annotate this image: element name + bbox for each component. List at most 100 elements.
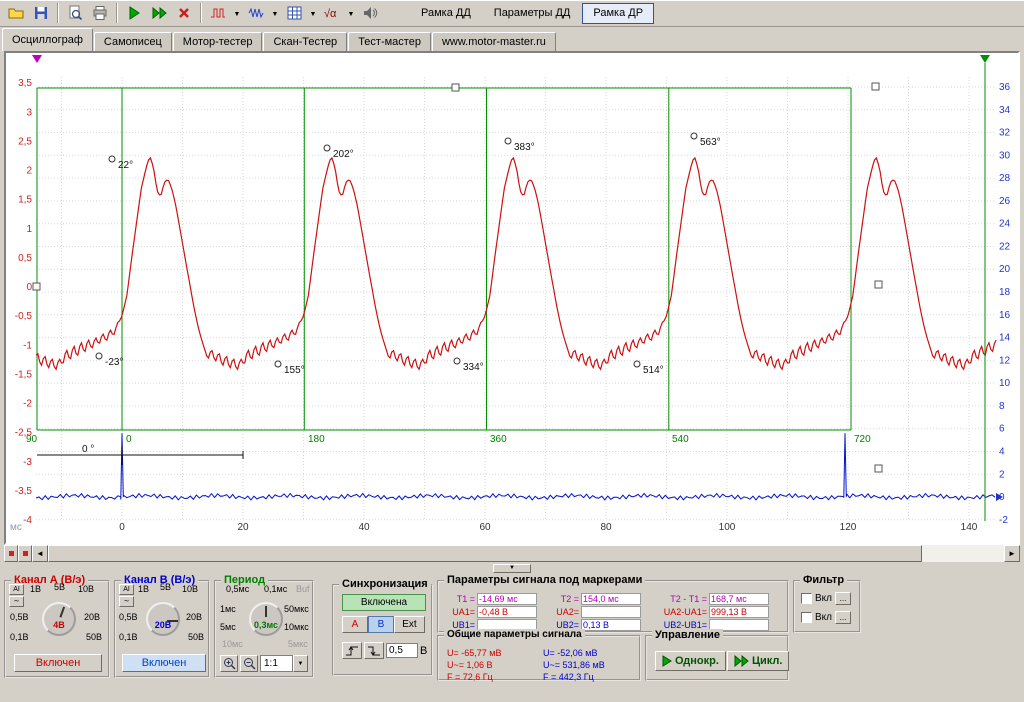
- marker-jump-right-button[interactable]: [18, 545, 32, 562]
- scale-label: 1В: [138, 584, 149, 594]
- tab-test-master[interactable]: Тест-мастер: [348, 32, 431, 51]
- math-button[interactable]: √α: [320, 2, 344, 24]
- channel-b-power-button[interactable]: Включен: [122, 654, 206, 672]
- chevron-down-icon[interactable]: ▼: [293, 655, 308, 672]
- channel-a-signal-button[interactable]: [206, 2, 230, 24]
- sync-group: Синхронизация Включена А В Ext В: [332, 584, 433, 676]
- tab-website[interactable]: www.motor-master.ru: [432, 32, 556, 51]
- svg-text:22°: 22°: [118, 160, 133, 171]
- svg-text:-2: -2: [999, 515, 1008, 526]
- cycle-run-button[interactable]: Цикл.: [727, 651, 789, 671]
- ua1-label: UA1=: [445, 607, 475, 617]
- oscilloscope-plot-area[interactable]: 3,532,521,510,50-0,5-1-1,5-2-2,5-3-3,5-4…: [4, 51, 1020, 545]
- svg-text:360: 360: [490, 434, 507, 445]
- frame-handle[interactable]: [452, 84, 459, 91]
- degree-point-marker[interactable]: [324, 145, 330, 151]
- degree-point-marker[interactable]: [109, 156, 115, 162]
- filter-a-checkbox[interactable]: [801, 593, 812, 604]
- filter-a-options-button[interactable]: ...: [835, 592, 851, 605]
- tab-oscilloscope[interactable]: Осциллограф: [2, 28, 93, 51]
- sync-source-row: А В Ext: [342, 616, 425, 633]
- channel-b-waveform: [36, 433, 995, 500]
- oscilloscope-plot[interactable]: 3,532,521,510,50-0,5-1-1,5-2-2,5-3-3,5-4…: [6, 53, 1018, 543]
- channel-a-signal-dropdown[interactable]: ▼: [231, 2, 243, 24]
- tab-scan-tester[interactable]: Скан-Тестер: [263, 32, 347, 51]
- scale-label: 1В: [30, 584, 41, 594]
- open-button[interactable]: [4, 2, 28, 24]
- degree-point-marker[interactable]: [275, 361, 281, 367]
- svg-text:-4: -4: [23, 515, 32, 526]
- sync-source-b-button[interactable]: В: [368, 616, 394, 633]
- degree-point-marker[interactable]: [634, 361, 640, 367]
- degree-point-marker[interactable]: [505, 138, 511, 144]
- preview-button[interactable]: [63, 2, 87, 24]
- channel-a-mode-button[interactable]: ∼: [9, 596, 24, 607]
- single-run-button[interactable]: Однокр.: [655, 651, 726, 671]
- svg-text:720: 720: [854, 434, 871, 445]
- grid-button[interactable]: [282, 2, 306, 24]
- scroll-right-button[interactable]: ►: [1004, 545, 1020, 562]
- channel-a-knob-value: 4В: [44, 620, 74, 630]
- frame-handle[interactable]: [33, 283, 40, 290]
- params-dd-button[interactable]: Параметры ДД: [483, 3, 582, 24]
- print-button[interactable]: [88, 2, 112, 24]
- start-button[interactable]: [122, 2, 146, 24]
- scroll-left-button[interactable]: ◄: [32, 545, 48, 562]
- marker-t2-handle[interactable]: [980, 55, 990, 63]
- channel-b-mode-button[interactable]: ∼: [119, 596, 134, 607]
- sound-button[interactable]: [358, 2, 382, 24]
- collapse-panel-button[interactable]: ▼: [493, 564, 531, 573]
- channel-a-power-button[interactable]: Включен: [14, 654, 102, 672]
- zoom-ratio-select[interactable]: 1:1 ▼: [260, 655, 308, 672]
- scrollbar-thumb[interactable]: [48, 545, 922, 562]
- tab-recorder[interactable]: Самописец: [94, 32, 172, 51]
- degree-point-marker[interactable]: [96, 353, 102, 359]
- start-loop-button[interactable]: [147, 2, 171, 24]
- filter-b-checkbox[interactable]: [801, 612, 812, 623]
- svg-text:14: 14: [999, 333, 1011, 344]
- channel-b-ac-value: U~= 531,86 мВ: [543, 659, 605, 671]
- channel-a-coupling-button[interactable]: АI: [9, 584, 24, 595]
- marker-jump-left-button[interactable]: [4, 545, 18, 562]
- channel-b-coupling-button[interactable]: АI: [119, 584, 134, 595]
- channel-b-signal-dropdown[interactable]: ▼: [269, 2, 281, 24]
- frame-handle[interactable]: [875, 281, 882, 288]
- zoom-out-button[interactable]: [240, 655, 258, 672]
- scrollbar-track[interactable]: [922, 545, 1004, 562]
- sync-source-ext-button[interactable]: Ext: [394, 616, 425, 633]
- frame-dr-button[interactable]: Рамка ДР: [582, 3, 654, 24]
- zoom-in-button[interactable]: [220, 655, 238, 672]
- frame-handle[interactable]: [872, 83, 879, 90]
- stop-button[interactable]: [172, 2, 196, 24]
- svg-text:120: 120: [840, 522, 857, 533]
- sync-slope-row: В: [342, 642, 427, 659]
- filter-b-options-button[interactable]: ...: [835, 611, 851, 624]
- horizontal-scrollbar[interactable]: ◄ ►: [4, 545, 1020, 562]
- degree-point-marker[interactable]: [691, 133, 697, 139]
- marker-t1-handle[interactable]: [32, 55, 42, 63]
- t2-value: 154,0 мс: [581, 593, 641, 605]
- scale-label: 10В: [78, 584, 94, 594]
- slope-rising-button[interactable]: [342, 642, 362, 659]
- sync-level-input[interactable]: [386, 643, 418, 658]
- channel-b-knob[interactable]: 20В: [146, 602, 180, 636]
- degree-point-marker[interactable]: [454, 358, 460, 364]
- frame-dd-button[interactable]: Рамка ДД: [410, 3, 482, 24]
- toolbar: ▼ ▼ ▼ √α ▼ Рамка ДД Параметры ДД Рамка Д…: [0, 0, 1024, 27]
- period-knob[interactable]: 0,3мс: [249, 602, 283, 636]
- sync-enabled-button[interactable]: Включена: [342, 594, 426, 611]
- frame-handle[interactable]: [875, 465, 882, 472]
- play-icon: [662, 655, 672, 667]
- t1-label: Т1 =: [445, 594, 475, 604]
- svg-text:10: 10: [999, 378, 1011, 389]
- grid-dropdown[interactable]: ▼: [307, 2, 319, 24]
- svg-text:√α: √α: [324, 8, 337, 20]
- math-dropdown[interactable]: ▼: [345, 2, 357, 24]
- channel-b-signal-button[interactable]: [244, 2, 268, 24]
- slope-falling-button[interactable]: [364, 642, 384, 659]
- channel-a-knob[interactable]: 4В: [42, 602, 76, 636]
- scale-label: 50мкс: [284, 604, 309, 614]
- tab-motor-tester[interactable]: Мотор-тестер: [173, 32, 263, 51]
- save-button[interactable]: [29, 2, 53, 24]
- sync-source-a-button[interactable]: А: [342, 616, 368, 633]
